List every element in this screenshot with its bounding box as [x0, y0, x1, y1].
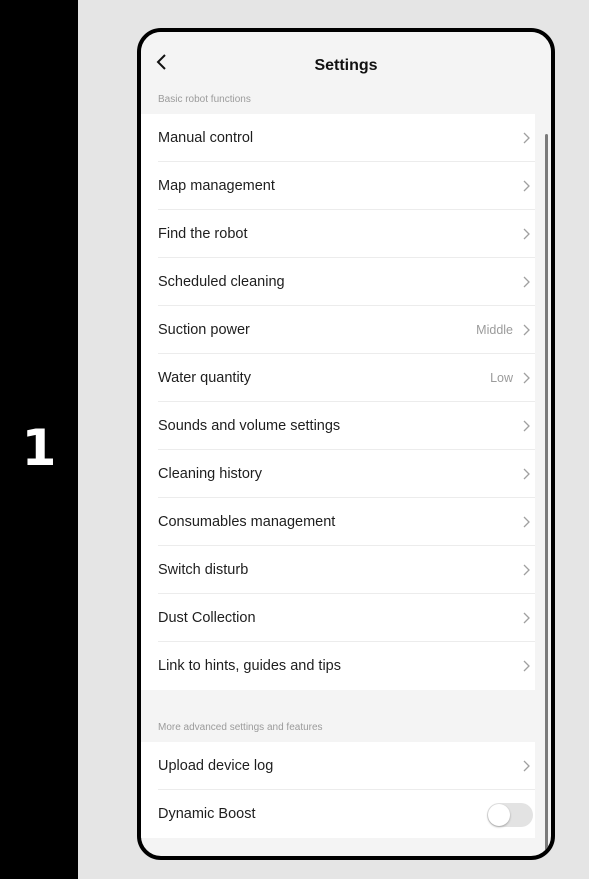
settings-item-sounds-volume[interactable]: Sounds and volume settings	[141, 402, 535, 450]
chevron-right-icon	[523, 372, 530, 384]
chevron-right-icon	[523, 564, 530, 576]
item-value: Middle	[476, 323, 513, 337]
item-label: Switch disturb	[158, 562, 249, 578]
item-label: Link to hints, guides and tips	[158, 658, 341, 674]
settings-item-dust-collection[interactable]: Dust Collection	[141, 594, 535, 642]
page-title: Settings	[314, 57, 378, 74]
chevron-right-icon	[523, 228, 530, 240]
item-label: Dust Collection	[158, 610, 256, 626]
header: Settings	[141, 32, 551, 90]
settings-list-basic: Manual control Map management Find the r…	[141, 114, 535, 690]
dynamic-boost-toggle[interactable]	[487, 803, 533, 827]
chevron-right-icon	[523, 276, 530, 288]
chevron-right-icon	[523, 516, 530, 528]
settings-item-switch-disturb[interactable]: Switch disturb	[141, 546, 535, 594]
item-label: Map management	[158, 178, 275, 194]
item-label: Suction power	[158, 322, 250, 338]
item-label: Upload device log	[158, 758, 274, 774]
settings-list-advanced: Upload device log Dynamic Boost	[141, 742, 535, 838]
item-label: Manual control	[158, 130, 254, 146]
item-label: Scheduled cleaning	[158, 274, 285, 290]
chevron-right-icon	[523, 660, 530, 672]
item-value: Low	[490, 371, 513, 385]
chevron-right-icon	[523, 612, 530, 624]
settings-item-consumables[interactable]: Consumables management	[141, 498, 535, 546]
item-label: Dynamic Boost	[158, 806, 256, 822]
section-label-advanced: More advanced settings and features	[158, 722, 323, 733]
chevron-right-icon	[523, 180, 530, 192]
settings-item-suction-power[interactable]: Suction power Middle	[141, 306, 535, 354]
chevron-right-icon	[523, 132, 530, 144]
settings-item-find-robot[interactable]: Find the robot	[141, 210, 535, 258]
item-label: Water quantity	[158, 370, 251, 386]
settings-item-cleaning-history[interactable]: Cleaning history	[141, 450, 535, 498]
section-label-basic: Basic robot functions	[158, 94, 251, 105]
step-sidebar: 1	[0, 0, 78, 879]
scrollbar[interactable]	[545, 134, 548, 854]
step-number: 1	[21, 419, 57, 477]
item-label: Find the robot	[158, 226, 248, 242]
item-label: Sounds and volume settings	[158, 418, 341, 434]
settings-item-upload-log[interactable]: Upload device log	[141, 742, 535, 790]
chevron-right-icon	[523, 324, 530, 336]
settings-item-water-quantity[interactable]: Water quantity Low	[141, 354, 535, 402]
item-label: Cleaning history	[158, 466, 262, 482]
settings-item-manual-control[interactable]: Manual control	[141, 114, 535, 162]
chevron-right-icon	[523, 420, 530, 432]
chevron-right-icon	[523, 468, 530, 480]
settings-item-hints-guides[interactable]: Link to hints, guides and tips	[141, 642, 535, 690]
toggle-knob	[488, 804, 510, 826]
phone-screen: Settings Basic robot functions Manual co…	[137, 28, 555, 860]
chevron-right-icon	[523, 760, 530, 772]
settings-item-scheduled-cleaning[interactable]: Scheduled cleaning	[141, 258, 535, 306]
item-label: Consumables management	[158, 514, 336, 530]
settings-item-map-management[interactable]: Map management	[141, 162, 535, 210]
settings-item-dynamic-boost: Dynamic Boost	[141, 790, 535, 838]
